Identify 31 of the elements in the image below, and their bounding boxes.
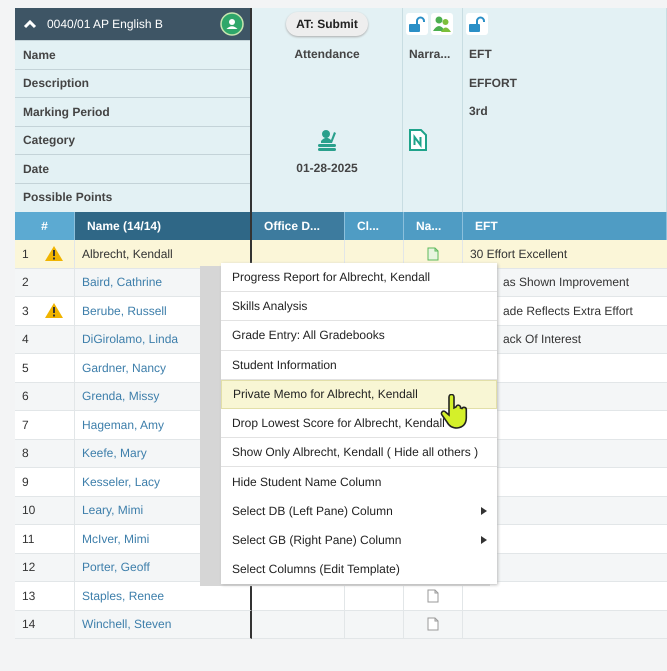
course-title: 0040/01 AP English B [47, 17, 164, 31]
row-number: 9 [22, 474, 29, 489]
effort-grade: 30 Effort Excellent [470, 246, 568, 261]
marking-period: 3rd [469, 104, 488, 118]
header-label: Category [15, 126, 250, 154]
row-number: 8 [22, 446, 29, 460]
header-label: Description [15, 68, 250, 97]
assignment-date: 01-28-2025 [296, 161, 358, 176]
row-number: 2 [22, 275, 29, 290]
row-number: 10 [22, 503, 36, 518]
assignment-name: Attendance [294, 47, 360, 62]
row-number: 11 [22, 532, 34, 546]
row-number: 1 [22, 246, 29, 261]
row-number: 3 [22, 304, 29, 318]
row-number: 12 [22, 560, 36, 574]
assignment-name: Narra... [409, 47, 450, 62]
row-number: 6 [22, 389, 29, 404]
row-number: 13 [22, 588, 36, 603]
effort-grade: as Shown Improvement [503, 275, 630, 290]
header-label: Possible Points [15, 182, 250, 211]
assignment-name: EFT [469, 47, 492, 62]
effort-grade: ack Of Interest [503, 332, 582, 346]
header-label: Name [15, 40, 250, 68]
row-number: 5 [22, 360, 29, 375]
row-number: 14 [22, 617, 36, 632]
assignment-description: EFFORT [469, 76, 517, 90]
effort-grade: ade Reflects Extra Effort [503, 304, 633, 318]
row-number: 7 [22, 418, 29, 432]
header-label: Marking Period [15, 97, 250, 126]
row-number: 4 [22, 332, 29, 346]
header-label: Date [15, 154, 250, 182]
